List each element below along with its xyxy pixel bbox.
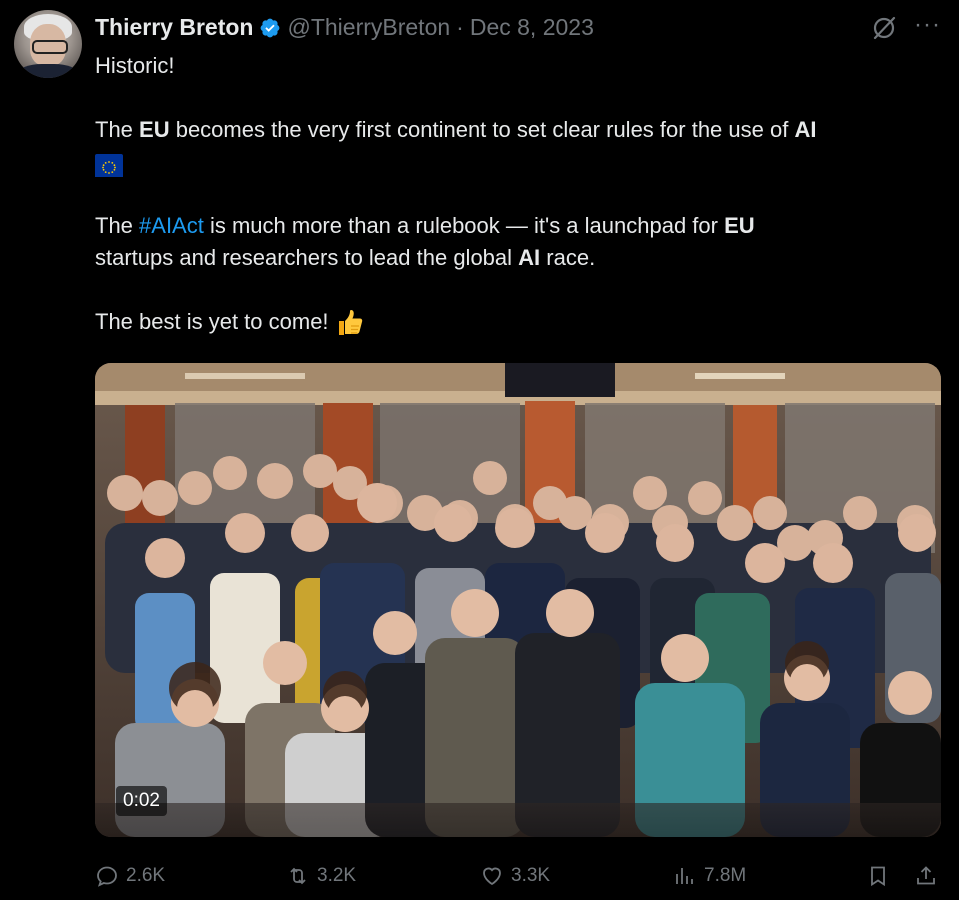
- header-separator: ·: [456, 14, 464, 40]
- text-line-historic: Historic!: [95, 53, 175, 78]
- repost-icon: [290, 867, 306, 885]
- thumbs-up-icon: [338, 310, 362, 336]
- reply-count: 2.6K: [126, 865, 166, 886]
- repost-count: 3.2K: [317, 865, 357, 886]
- like-count: 3.3K: [511, 865, 551, 886]
- grok-icon[interactable]: [870, 14, 898, 42]
- reply-icon: [97, 866, 117, 887]
- views-icon: [676, 868, 693, 884]
- post-date[interactable]: Dec 8, 2023: [470, 14, 594, 41]
- heart-icon: [483, 867, 501, 886]
- video-player[interactable]: [95, 363, 941, 837]
- share-icon: [917, 866, 935, 885]
- action-bar: 2.6K 3.2K 3.3K 7.8M: [0, 858, 959, 898]
- share-button[interactable]: [914, 858, 938, 894]
- text-paragraph-eu: The EU becomes the very first continent …: [95, 114, 935, 178]
- tweet-header: Thierry Breton @ThierryBreton · Dec 8, 2…: [95, 14, 594, 41]
- text-paragraph-aiact: The #AIAct is much more than a rulebook …: [95, 213, 755, 270]
- video-timestamp: 0:02: [116, 786, 167, 816]
- bookmark-button[interactable]: [866, 858, 890, 894]
- views-count: 7.8M: [704, 865, 747, 886]
- text-line-best: The best is yet to come!: [95, 306, 935, 338]
- tweet[interactable]: Thierry Breton @ThierryBreton · Dec 8, 2…: [0, 0, 959, 900]
- group-photo-thumbnail: [95, 363, 941, 837]
- reply-button[interactable]: 2.6K: [95, 858, 165, 894]
- like-button[interactable]: 3.3K: [480, 858, 550, 894]
- eu-flag-icon: [95, 153, 123, 177]
- repost-button[interactable]: 3.2K: [286, 858, 356, 894]
- tweet-text: Historic! The EU becomes the very first …: [95, 50, 935, 338]
- verified-badge-icon: [261, 18, 280, 37]
- views-button[interactable]: 7.8M: [673, 858, 746, 894]
- author-avatar[interactable]: [14, 10, 82, 78]
- hashtag-link[interactable]: #AIAct: [139, 213, 204, 238]
- author-name[interactable]: Thierry Breton: [95, 14, 253, 41]
- bookmark-icon: [871, 866, 885, 887]
- author-handle[interactable]: @ThierryBreton: [287, 14, 450, 41]
- more-options-icon[interactable]: ···: [914, 13, 942, 40]
